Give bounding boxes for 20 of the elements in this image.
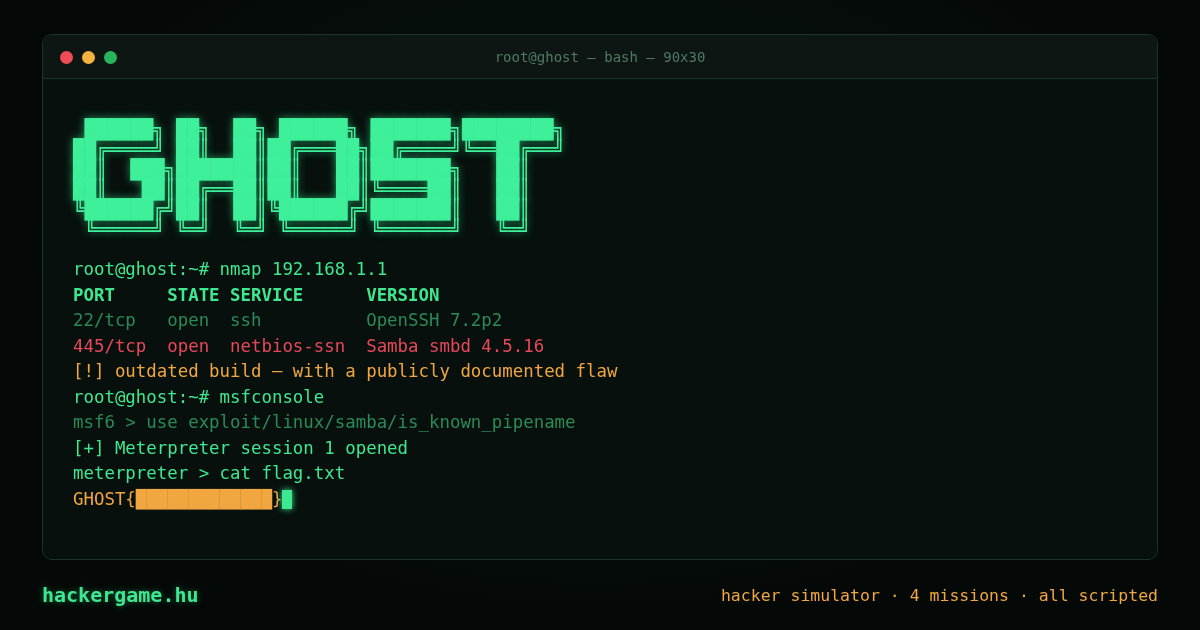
table-header: PORT STATE SERVICE VERSION (73, 283, 440, 307)
terminal-line: [+] Meterpreter session 1 opened (73, 436, 409, 460)
terminal-line: [!] outdated build — with a publicly documented flaw (73, 360, 618, 383)
tagline: hacker simulator · 4 missions · all scripted (720, 585, 1158, 605)
minimize-button[interactable] (82, 51, 95, 64)
redacted-flag-text: █████████████ (135, 487, 272, 512)
terminal-line: msf6 > use exploit/linux/samba/is_known_pipename (73, 411, 576, 434)
cursor (282, 489, 293, 509)
close-button[interactable] (60, 51, 73, 64)
ascii-art-title: ██████╗ ██╗ ██╗ ██████╗ ███████╗████████╗ ██╔════╝ ██║ ██║██╔═══██╗██╔════╝╚══██╔══╝ ██║ ███╗███████║██║ ██║███████╗ ██║ ██║ ██║██╔══██║██║ ██║╚════██║ ██║ ╚██████╔╝██║ ██║╚██████╔╝███████║ ██║ ╚═════╝ ╚═╝ ╚═╝ ╚═════╝ ╚══════╝ ╚═╝ (73, 119, 565, 239)
terminal-line: 22/tcp open ssh OpenSSH 7.2p2 (73, 309, 503, 332)
terminal-line: meterpreter > cat flag.txt (73, 462, 346, 485)
flag-suffix: } (271, 487, 283, 509)
maximize-button[interactable] (104, 51, 117, 64)
terminal-line: root@ghost:~# nmap 192.168.1.1 (73, 258, 388, 281)
flag-prefix: GHOST{ (73, 487, 136, 509)
terminal-line: root@ghost:~# msfconsole (73, 385, 325, 409)
window-title: root@ghost — bash — 90x30 (494, 48, 706, 65)
site-name: hackergame.hu (42, 583, 199, 607)
terminal-line: 445/tcp open netbios-ssn Samba smbd 4.5.16 (73, 334, 545, 358)
